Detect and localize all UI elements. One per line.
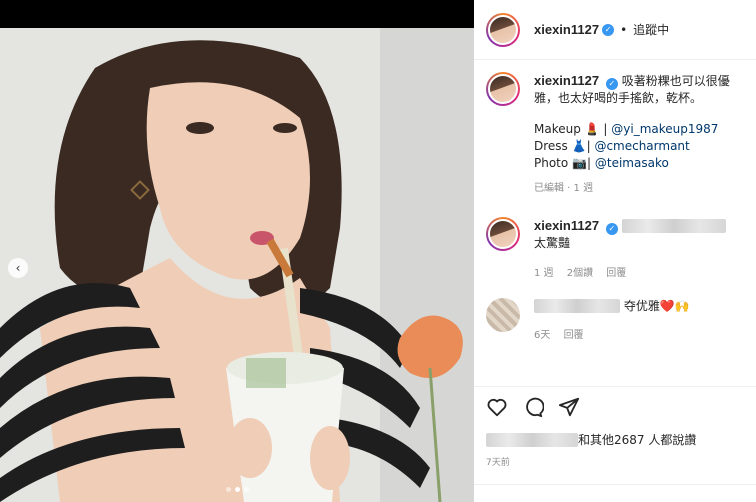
mention-link[interactable]: @teimasako [595,156,669,170]
credit-line: Makeup 💄 | @yi_makeup1987 [534,122,719,136]
caption-username[interactable]: xiexin1127 [534,73,599,88]
image-top-bar [0,0,474,28]
reply-button[interactable]: 回覆 [606,268,626,279]
carousel-dot [226,487,231,492]
verified-icon: ✓ [605,223,618,235]
post-time: 7天前 [486,458,510,468]
follow-separator: • [620,22,628,37]
comment-meta: 6天 回覆 [534,330,584,341]
likes-summary[interactable]: 和其他2687 人都說讚 [486,431,744,448]
mention-link[interactable]: @yi_makeup1987 [611,122,718,136]
carousel-indicator [226,487,249,492]
comment-username[interactable]: xiexin1127 [534,218,599,233]
following-button[interactable]: 追蹤中 [633,21,669,38]
caption-credits: Makeup 💄 | @yi_makeup1987 Dress 👗| @cmec… [534,121,744,172]
caption: xiexin1127 ✓ 吸著粉粿也可以很優雅，也太好喝的手搖飲，乾杯。 Mak… [474,60,756,197]
credit-line: Photo 📷| @teimasako [534,156,669,170]
carousel-prev-button[interactable]: ‹ [8,258,28,278]
avatar[interactable] [486,72,520,106]
comment-item: 夺优雅❤️🙌 6天 回覆 [474,294,756,344]
post-photo [0,28,474,502]
heart-icon[interactable] [486,396,508,418]
blurred-liker [486,433,578,447]
comment-meta: 1 週 2個讚 回覆 [534,268,627,279]
comment-icon[interactable] [522,396,544,418]
comment-text: 太驚豔 [534,236,571,250]
mention-link[interactable]: @cmecharmant [594,139,689,153]
post-side-panel: xiexin1127 ✓ • 追蹤中 xiexin1127 ✓ 吸著粉粿也可以很… [474,0,756,502]
avatar[interactable] [486,217,520,251]
credit-line: Dress 👗| @cmecharmant [534,139,690,153]
verified-icon: ✓ [605,78,618,90]
avatar[interactable] [486,298,520,332]
username-link[interactable]: xiexin1127 [534,22,599,37]
avatar[interactable] [486,12,520,47]
caption-meta: 已編輯 · 1 週 [534,183,594,194]
post-image-pane: ‹ [0,0,474,502]
blurred-text [621,219,726,233]
post-header: xiexin1127 ✓ • 追蹤中 [474,0,756,60]
verified-icon: ✓ [602,23,615,36]
comment-likes[interactable]: 2個讚 [567,268,593,279]
comment-text: 夺优雅❤️🙌 [623,299,690,313]
blurred-username [534,299,620,313]
comment-input-area[interactable] [474,484,756,502]
carousel-dot [244,487,249,492]
reply-button[interactable]: 回覆 [564,330,584,341]
post-actions: 和其他2687 人都說讚 7天前 [474,386,756,476]
comment-item: xiexin1127 ✓ 太驚豔 1 週 2個讚 回覆 [474,217,756,282]
carousel-dot-active [235,487,240,492]
send-icon[interactable] [558,396,580,418]
